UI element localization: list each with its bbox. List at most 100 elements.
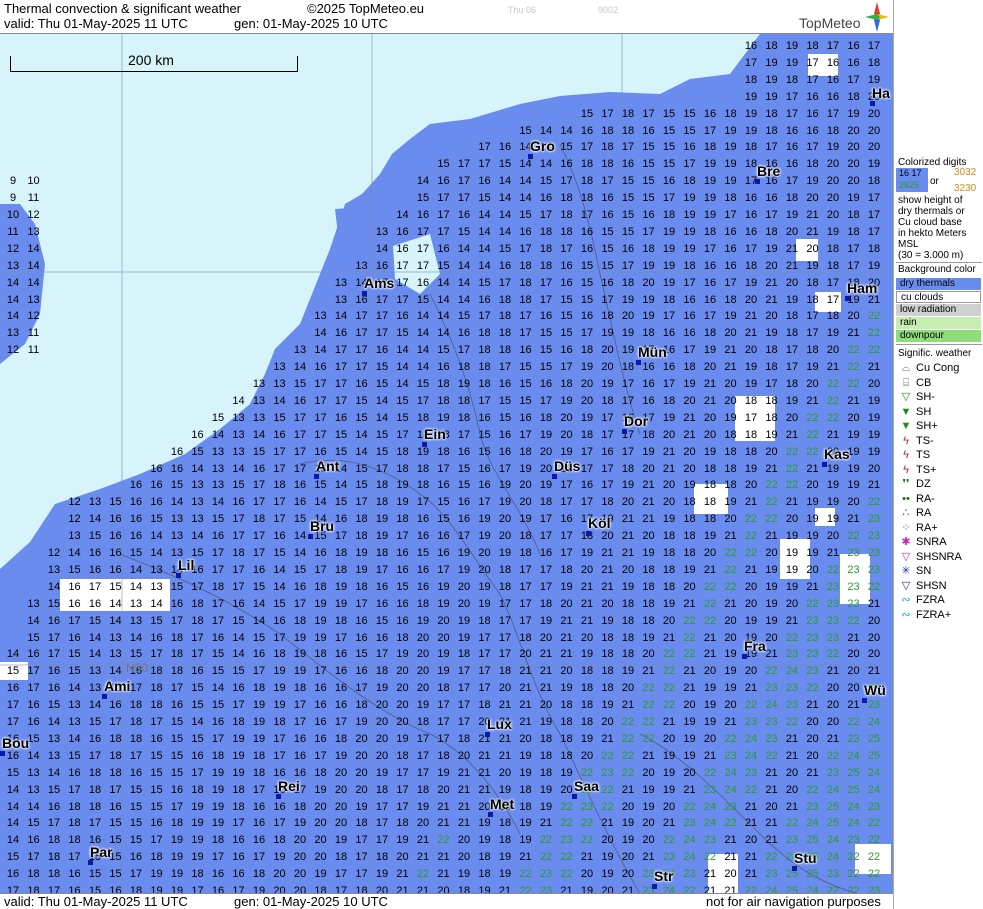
city-label: Par: [90, 844, 113, 860]
thermal-value: 22: [744, 885, 758, 893]
thermal-value: 18: [416, 479, 430, 492]
thermal-value: 17: [88, 580, 102, 593]
thermal-value: 18: [27, 885, 40, 893]
thermal-value: 18: [519, 445, 532, 458]
thermal-value: 20: [601, 834, 614, 847]
thermal-value: 19: [744, 361, 758, 374]
thermal-value: 15: [355, 479, 368, 492]
thermal-value: 18: [478, 361, 491, 374]
thermal-value: 22: [703, 597, 717, 610]
thermal-value: 16: [6, 682, 20, 695]
thermal-value: 22: [437, 834, 450, 847]
thermal-value: 20: [478, 547, 491, 559]
thermal-value: 15: [47, 783, 61, 796]
thermal-value: 21: [539, 648, 553, 661]
thermal-value: 16: [642, 378, 655, 390]
thermal-value: 14: [293, 361, 307, 374]
city-label: Mün: [638, 344, 667, 360]
thermal-value: 15: [539, 344, 553, 357]
thermal-value: 17: [580, 445, 594, 458]
thermal-value: 15: [170, 716, 184, 728]
thermal-value: 14: [27, 276, 40, 289]
thermal-value: 17: [416, 259, 430, 272]
thermal-value: 19: [826, 479, 840, 492]
thermal-value: 20: [847, 158, 860, 171]
thermal-value: 18: [498, 834, 512, 847]
thermal-value: 18: [437, 445, 450, 458]
thermal-value: 15: [211, 513, 225, 526]
thermal-value: 20: [683, 766, 696, 779]
city-label: Ami: [104, 678, 131, 694]
thermal-value: 17: [560, 496, 573, 509]
thermal-value: 19: [539, 479, 553, 492]
thermal-value: 14: [396, 361, 409, 374]
thermal-value: 21: [601, 563, 614, 576]
thermal-value: 17: [252, 665, 266, 678]
thermal-value: 18: [519, 783, 532, 796]
thermal-value: 16: [724, 259, 737, 272]
thermal-value: 16: [334, 411, 348, 424]
legend-desc-1: show height of: [898, 195, 963, 206]
thermal-value: 19: [621, 817, 635, 830]
thermal-value: 14: [457, 259, 471, 272]
thermal-value: 19: [437, 648, 450, 661]
thermal-value: 18: [765, 394, 778, 407]
thermal-value: 19: [498, 496, 512, 509]
thermal-value: 16: [273, 530, 286, 543]
thermal-value: 20: [826, 344, 840, 357]
thermal-value: 19: [293, 631, 307, 644]
thermal-value: 15: [232, 614, 245, 627]
city-marker: [572, 794, 577, 799]
thermal-value: 20: [457, 597, 471, 610]
thermal-value: 19: [211, 817, 225, 830]
thermal-value: 20: [785, 513, 799, 526]
thermal-value: 24: [806, 885, 819, 893]
thermal-value: 14: [88, 648, 102, 661]
thermal-value: 16: [703, 293, 717, 306]
thermal-value: 16: [478, 293, 491, 306]
thermal-value: 16: [334, 699, 348, 712]
thermal-map[interactable]: 16 18 19 18 17 16 17 17 19 19 17 16 16 18 18 19 18 17 16 17…: [0, 33, 893, 893]
thermal-value: 15: [109, 580, 122, 593]
thermal-value: 18: [580, 192, 594, 205]
topmeteo-logo[interactable]: TopMeteo: [795, 2, 893, 32]
thermal-value: 19: [437, 665, 450, 678]
rain-light-icon: ••: [902, 492, 910, 505]
thermal-value: 17: [232, 513, 245, 526]
thermal-value: 18: [396, 462, 409, 475]
thermal-value: 21: [396, 868, 409, 881]
thermal-value: 20: [826, 175, 840, 188]
thermal-value: 21: [703, 749, 717, 762]
thermal-value: 20: [519, 496, 532, 509]
thermal-value: 18: [744, 428, 758, 441]
thermal-value: 18: [457, 361, 471, 374]
thermal-value: 19: [232, 766, 245, 779]
thermal-value: 16: [621, 158, 635, 171]
thermal-value: 21: [621, 783, 635, 796]
thermal-value: 17: [601, 411, 614, 424]
legend-wx-item: •• RA-: [896, 492, 935, 506]
thermal-value: 21: [642, 665, 655, 678]
thermal-value: 14: [273, 563, 286, 576]
thermal-value: 17: [621, 141, 635, 154]
thermal-value: 18: [252, 513, 266, 526]
thermal-value: 19: [519, 817, 532, 830]
thermal-value: 19: [724, 665, 737, 678]
scale-label: 200 km: [128, 52, 174, 68]
thermal-value: 19: [211, 800, 225, 813]
thermal-value: 16: [642, 124, 655, 137]
thermal-value: 21: [806, 394, 819, 407]
thermal-value: 14: [6, 310, 20, 323]
thermal-value: 23: [724, 749, 737, 762]
thermal-value: 13: [27, 225, 40, 238]
thermal-value: 19: [150, 868, 163, 881]
thermal-value: 22: [642, 732, 655, 745]
thermal-value: 15: [88, 614, 102, 627]
thermal-value: 18: [765, 107, 778, 120]
thermal-value: 21: [724, 597, 737, 610]
thermal-value: 19: [580, 885, 594, 893]
thermal-value: 22: [826, 648, 840, 661]
thermal-value: 15: [68, 563, 81, 576]
thermal-value: 19: [785, 40, 799, 52]
thermal-value: 18: [621, 462, 635, 475]
